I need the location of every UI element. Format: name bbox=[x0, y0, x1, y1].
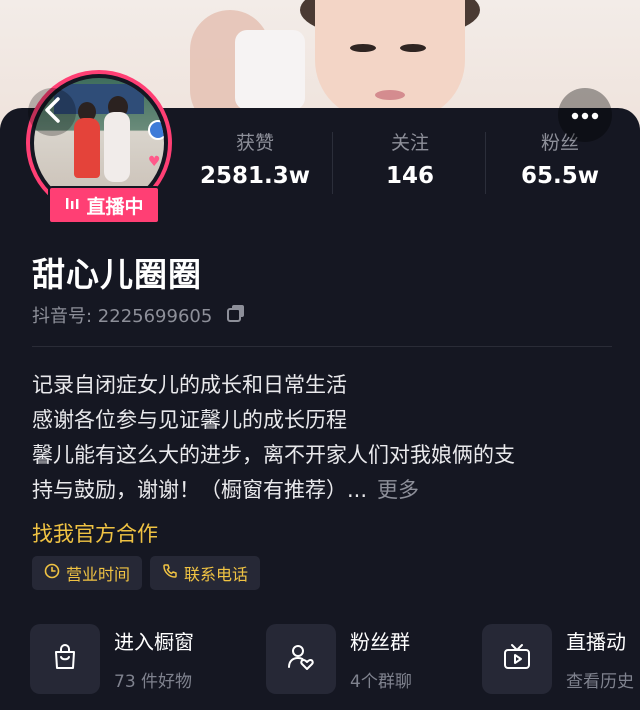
bio[interactable]: 记录自闭症女儿的成长和日常生活 感谢各位参与见证馨儿的成长历程 馨儿能有这么大的… bbox=[32, 368, 612, 508]
more-dots-icon bbox=[570, 106, 600, 125]
contact-phone-tag[interactable]: 联系电话 bbox=[150, 556, 261, 590]
chevron-left-icon bbox=[43, 96, 61, 128]
douyin-id-text: 抖音号: 2225699605 bbox=[32, 306, 213, 327]
stat-fans[interactable]: 粉丝 65.5w bbox=[485, 128, 635, 189]
following-label: 关注 bbox=[390, 132, 429, 154]
douyin-id: 抖音号: 2225699605 bbox=[32, 302, 246, 328]
business-hours-label: 营业时间 bbox=[66, 565, 131, 584]
business-hours-tag[interactable]: 营业时间 bbox=[32, 556, 143, 590]
live-badge-label: 直播中 bbox=[86, 195, 144, 218]
group-heart-icon bbox=[286, 642, 316, 676]
fans-group-title: 粉丝群 bbox=[350, 630, 410, 654]
fans-icon-box bbox=[266, 624, 336, 694]
following-value: 146 bbox=[385, 163, 434, 189]
live-bars-icon bbox=[64, 194, 80, 216]
live-dynamics-subtitle: 查看历史 bbox=[566, 672, 634, 692]
section-divider bbox=[32, 346, 612, 347]
tv-play-icon bbox=[502, 642, 532, 676]
live-dynamics-entry[interactable]: 直播动 查看历史 bbox=[482, 624, 634, 694]
more-button[interactable] bbox=[558, 88, 612, 142]
live-badge[interactable]: 直播中 bbox=[48, 186, 160, 224]
phone-icon bbox=[162, 563, 178, 583]
bio-line-text: 持与鼓励，谢谢！（橱窗有推荐）... bbox=[32, 478, 368, 502]
stat-following[interactable]: 关注 146 bbox=[335, 128, 485, 189]
shop-subtitle: 73 件好物 bbox=[114, 672, 193, 692]
shop-window-entry[interactable]: 进入橱窗 73 件好物 bbox=[30, 624, 194, 694]
cooperate-link[interactable]: 找我官方合作 bbox=[32, 518, 158, 548]
shop-icon-box bbox=[30, 624, 100, 694]
bio-line-last: 持与鼓励，谢谢！（橱窗有推荐）... 更多 bbox=[32, 473, 612, 508]
back-button[interactable] bbox=[28, 88, 76, 136]
bio-line: 感谢各位参与见证馨儿的成长历程 bbox=[32, 408, 347, 432]
bio-more-link[interactable]: 更多 bbox=[377, 478, 419, 502]
fans-value: 65.5w bbox=[521, 163, 599, 189]
divider bbox=[332, 132, 333, 194]
feature-row: 进入橱窗 73 件好物 粉丝群 4个群聊 直播动 查看历史 bbox=[30, 624, 640, 696]
bio-line: 馨儿能有这么大的进步，离不开家人们对我娘俩的支 bbox=[32, 443, 515, 467]
shop-title: 进入橱窗 bbox=[114, 630, 194, 654]
tv-icon-box bbox=[482, 624, 552, 694]
bio-line: 记录自闭症女儿的成长和日常生活 bbox=[32, 373, 347, 397]
contact-tags: 营业时间 联系电话 bbox=[32, 556, 261, 590]
live-dynamics-title: 直播动 bbox=[566, 630, 626, 654]
likes-value: 2581.3w bbox=[199, 163, 310, 189]
stat-likes[interactable]: 获赞 2581.3w bbox=[180, 128, 330, 189]
fans-label: 粉丝 bbox=[540, 132, 579, 154]
shopping-bag-icon bbox=[50, 642, 80, 676]
fan-group-entry[interactable]: 粉丝群 4个群聊 bbox=[266, 624, 412, 694]
contact-phone-label: 联系电话 bbox=[184, 565, 249, 584]
fans-group-subtitle: 4个群聊 bbox=[350, 672, 412, 692]
likes-label: 获赞 bbox=[235, 132, 274, 154]
profile-name: 甜心儿圈圈 bbox=[32, 255, 202, 294]
copy-icon[interactable] bbox=[220, 303, 246, 328]
clock-icon bbox=[44, 563, 60, 583]
